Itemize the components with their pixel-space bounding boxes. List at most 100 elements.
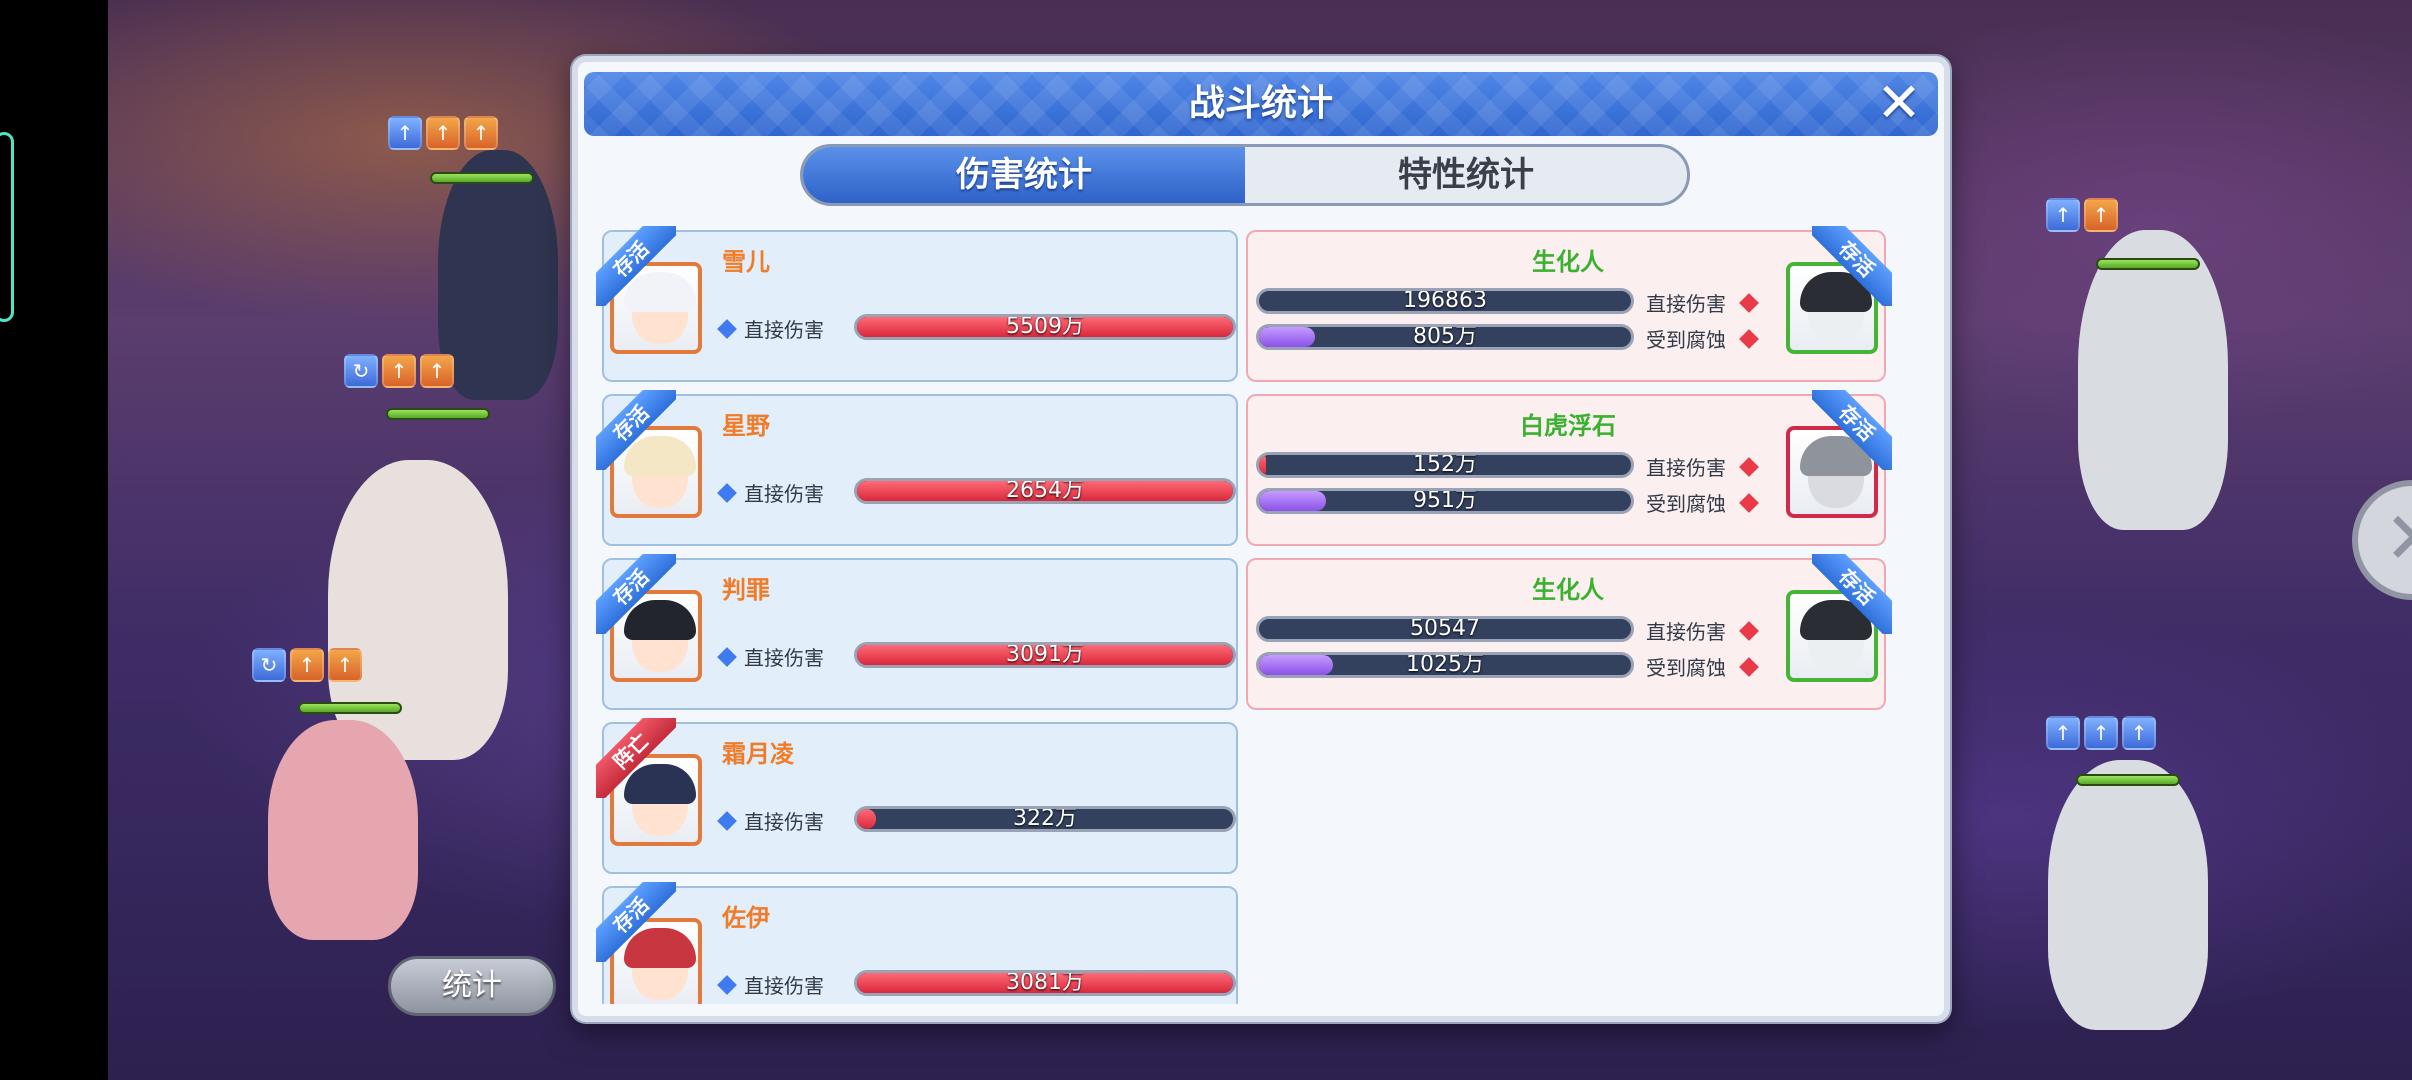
bg-hp-bar [298,702,402,714]
enemy-damage-bar: 196863 [1256,288,1634,314]
stat-label: 直接伤害 [717,642,824,671]
dialog-title: 战斗统计 [1188,83,1333,124]
stat-label: 直接伤害 [1646,452,1766,481]
buff-icon: ↑ [464,116,498,150]
enemy-damage-value: 196863 [1403,288,1487,313]
enemy-damage-bar: 50547 [1256,616,1634,642]
enemy-corrosion-bar: 1025万 [1256,652,1634,678]
buff-icon: ↻ [252,648,286,682]
statistics-button[interactable]: 统计 [388,956,556,1016]
buff-icon: ↑ [2084,198,2118,232]
status-ribbon: 存活 [1812,390,1892,470]
enemy-corrosion-bar: 805万 [1256,324,1634,350]
ally-card: 存活 星野 直接伤害 2654万 [596,390,1238,546]
damage-value: 2654万 [1006,478,1084,503]
stat-label: 直接伤害 [717,970,824,999]
buff-icon: ↑ [2046,198,2080,232]
ally-name: 霜月凌 [722,740,794,768]
bg-buff-icons: ↑ ↑ ↑ [2046,716,2156,750]
status-ribbon: 存活 [1812,226,1892,306]
buff-icon: ↑ [2046,716,2080,750]
bg-buff-icons: ↻ ↑ ↑ [252,648,362,682]
stat-label: 直接伤害 [1646,616,1766,645]
damage-bar: 5509万 [854,314,1236,340]
bg-character-cat [438,150,558,400]
buff-icon: ↑ [382,354,416,388]
close-icon: ✕ [1876,71,1922,134]
damage-value: 322万 [1013,806,1077,831]
stat-label: 直接伤害 [717,478,824,507]
left-black-bar [0,0,108,1080]
stat-label: 直接伤害 [717,314,824,343]
damage-bar: 2654万 [854,478,1236,504]
enemy-corrosion-value: 951万 [1413,488,1477,513]
buff-icon: ↑ [388,116,422,150]
close-button[interactable]: ✕ [1874,76,1924,130]
diamond-icon [717,647,737,667]
tab-trait-stats[interactable]: 特性统计 [1245,147,1687,203]
ally-name: 佐伊 [722,904,770,932]
bg-character-oni [328,460,508,760]
buff-icon: ↑ [426,116,460,150]
status-ribbon: 存活 [596,554,676,634]
enemy-corrosion-bar: 951万 [1256,488,1634,514]
ally-name: 雪儿 [722,248,770,276]
ally-name: 判罪 [722,576,770,604]
diamond-icon [1739,621,1759,641]
damage-value: 5509万 [1006,314,1084,339]
bg-hp-bar [386,408,490,420]
close-icon: ✕ [2384,496,2412,580]
stat-label: 受到腐蚀 [1646,488,1766,517]
stat-label: 直接伤害 [1646,288,1766,317]
status-ribbon: 存活 [596,882,676,962]
diamond-icon [1739,457,1759,477]
diamond-icon [717,319,737,339]
diamond-icon [1739,293,1759,313]
ally-card: 存活 雪儿 直接伤害 5509万 [596,226,1238,382]
status-ribbon: 存活 [1812,554,1892,634]
enemy-damage-value: 50547 [1410,616,1480,641]
diamond-icon [1739,329,1759,349]
bg-enemy-zombie-bottom [2048,760,2208,1030]
damage-bar: 3091万 [854,642,1236,668]
bg-character-pink [268,720,418,940]
ally-card: 阵亡 霜月凌 直接伤害 322万 [596,718,1238,874]
buff-icon: ↻ [344,354,378,388]
bg-hp-bar [2096,258,2200,270]
status-ribbon: 存活 [596,390,676,470]
diamond-icon [717,811,737,831]
buff-icon: ↑ [328,648,362,682]
damage-value: 3091万 [1006,642,1084,667]
buff-icon: ↑ [420,354,454,388]
diamond-icon [717,975,737,995]
enemy-card: 生化人 50547 直接伤害 1025万 受到腐蚀 存活 [1246,554,1892,710]
bg-hp-bar [2076,774,2180,786]
ally-name: 星野 [722,412,770,440]
diamond-icon [717,483,737,503]
bg-buff-icons: ↑ ↑ [2046,198,2118,232]
enemy-damage-bar: 152万 [1256,452,1634,478]
bg-buff-icons: ↑ ↑ ↑ [388,116,498,150]
damage-bar: 322万 [854,806,1236,832]
enemy-corrosion-value: 1025万 [1406,652,1484,677]
enemy-damage-value: 152万 [1413,452,1477,477]
bg-enemy-zombie-right [2078,230,2228,530]
damage-bar: 3081万 [854,970,1236,996]
stat-label: 直接伤害 [717,806,824,835]
enemy-card: 生化人 196863 直接伤害 805万 受到腐蚀 存活 [1246,226,1892,382]
stat-tabs: 伤害统计 特性统计 [800,144,1690,206]
enemy-card: 白虎浮石 152万 直接伤害 951万 受到腐蚀 存活 [1246,390,1892,546]
diamond-icon [1739,493,1759,513]
bg-buff-icons: ↻ ↑ ↑ [344,354,454,388]
battle-statistics-dialog: 战斗统计 ✕ 伤害统计 特性统计 存活 雪儿 直接伤害 5509万 存活 星野 … [572,56,1950,1022]
status-ribbon: 存活 [596,226,676,306]
stats-scroll-area[interactable]: 存活 雪儿 直接伤害 5509万 存活 星野 直接伤害 2654万 存活 判罪 … [592,224,1936,1004]
side-drawer-handle[interactable] [0,132,14,322]
damage-value: 3081万 [1006,970,1084,995]
tab-damage-stats[interactable]: 伤害统计 [803,147,1245,203]
ally-card: 存活 佐伊 直接伤害 3081万 [596,882,1238,1004]
bg-hp-bar [430,172,534,184]
stat-label: 受到腐蚀 [1646,652,1766,681]
diamond-icon [1739,657,1759,677]
buff-icon: ↑ [2084,716,2118,750]
